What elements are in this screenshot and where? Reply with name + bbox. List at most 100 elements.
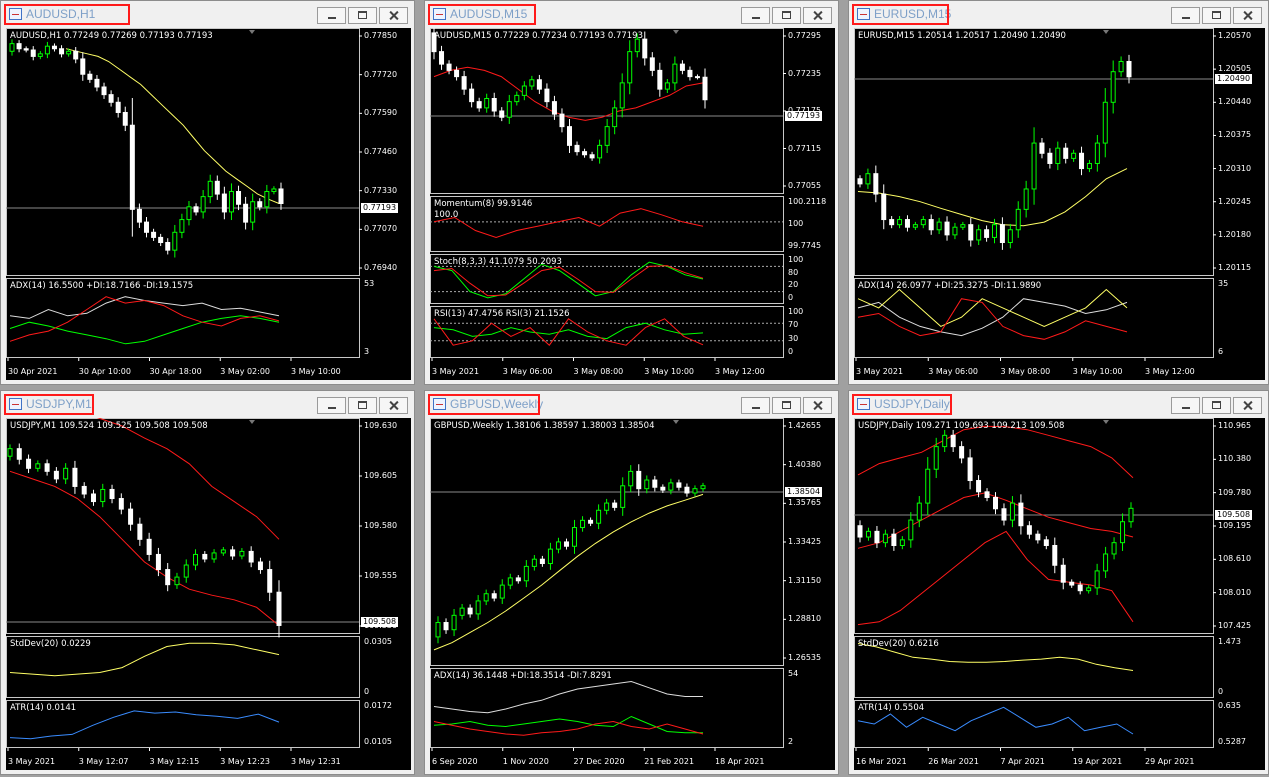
candle-body (73, 50, 79, 60)
title-bar[interactable]: AUDUSD,H1 (1, 1, 414, 28)
chart-window-audusd-h1[interactable]: AUDUSD,H1 AUDUSD,H1 0.77249 0.77269 0.77… (0, 0, 415, 385)
candle-body (248, 550, 254, 563)
candle-body (211, 552, 217, 560)
candle-body (936, 221, 942, 231)
indicator-scale-label: 0 (364, 687, 370, 696)
candle-body (446, 63, 452, 71)
candle-body (984, 229, 990, 238)
chart-area[interactable]: GBPUSD,Weekly 1.38106 1.38597 1.38003 1.… (430, 418, 835, 770)
candle-body (202, 553, 208, 560)
moving-average-line (433, 493, 704, 651)
maximize-button[interactable] (1202, 7, 1231, 24)
minimize-button[interactable] (741, 7, 770, 24)
candle-body (1015, 208, 1021, 231)
chart-area[interactable]: USDJPY,Daily 109.271 109.693 109.213 109… (854, 418, 1265, 770)
minimize-button[interactable] (741, 397, 770, 414)
candle-body (588, 519, 594, 524)
candle-body (172, 231, 178, 251)
chart-area[interactable]: AUDUSD,H1 0.77249 0.77269 0.77193 0.7719… (6, 28, 411, 380)
indicator-scale-label: 70 (788, 320, 799, 330)
adx-main-line (9, 296, 280, 319)
time-axis-label: 3 May 06:00 (928, 367, 979, 376)
chart-window-audusd-m15[interactable]: AUDUSD,M15 AUDUSD,M15 0.77229 0.77234 0.… (424, 0, 839, 385)
candle-body (889, 219, 895, 226)
time-axis-label: 3 May 12:31 (291, 757, 341, 766)
minimize-button[interactable] (317, 397, 346, 414)
chart-area[interactable]: USDJPY,M1 109.524 109.525 109.508 109.50… (6, 418, 411, 770)
maximize-button[interactable] (772, 397, 801, 414)
title-bar[interactable]: USDJPY,M1 (1, 391, 414, 418)
candle-body (694, 76, 700, 79)
indicator-label: StdDev(20) 0.0229 (10, 639, 91, 649)
moving-average-line (857, 168, 1128, 227)
candle-body (676, 482, 682, 488)
candle-body (1052, 544, 1058, 566)
candle-body (619, 82, 625, 109)
title-bar[interactable]: GBPUSD,Weekly (425, 391, 838, 418)
price-scale-label: 1.42655 (788, 421, 822, 430)
close-button[interactable] (803, 7, 832, 24)
maximize-button[interactable] (772, 7, 801, 24)
time-axis-label: 30 Apr 10:00 (78, 367, 131, 376)
title-bar[interactable]: USDJPY,Daily (849, 391, 1268, 418)
candle-body (1128, 507, 1134, 523)
candle-body (228, 191, 234, 213)
title-bar[interactable]: EURUSD,M15 (849, 1, 1268, 28)
candle-body (1071, 152, 1077, 159)
minimize-button[interactable] (1171, 397, 1200, 414)
close-button[interactable] (1233, 397, 1262, 414)
candle-body (882, 533, 888, 544)
candle-body (873, 173, 879, 195)
indicator-scale-label: 80 (788, 267, 799, 277)
candle-body (239, 550, 245, 557)
candle-body (44, 463, 50, 472)
candle-body (881, 193, 887, 221)
chart-area[interactable]: AUDUSD,M15 0.77229 0.77234 0.77193 0.771… (430, 28, 835, 380)
maximize-button[interactable] (1202, 397, 1231, 414)
title-highlight (428, 4, 536, 25)
candle-body (521, 85, 527, 96)
candle-body (51, 45, 57, 50)
candle-body (491, 593, 497, 599)
chart-window-usdjpy-m1[interactable]: USDJPY,M1 USDJPY,M1 109.524 109.525 109.… (0, 390, 415, 775)
main-panel-frame (430, 418, 784, 666)
title-bar[interactable]: AUDUSD,M15 (425, 1, 838, 28)
indicator-label: ADX(14) 16.5500 +DI:18.7166 -DI:19.1575 (10, 281, 194, 291)
candle-body (897, 219, 903, 226)
close-button[interactable] (1233, 7, 1262, 24)
chart-window-eurusd-m15[interactable]: EURUSD,M15 EURUSD,M15 1.20514 1.20517 1.… (848, 0, 1269, 385)
chart-window-gbpusd-weekly[interactable]: GBPUSD,Weekly GBPUSD,Weekly 1.38106 1.38… (424, 390, 839, 775)
close-button[interactable] (803, 397, 832, 414)
candle-body (435, 622, 441, 638)
minimize-button[interactable] (317, 7, 346, 24)
candle-body (555, 541, 561, 550)
bollinger-lower-line (857, 530, 1134, 626)
close-button[interactable] (379, 7, 408, 24)
candle-body (193, 206, 199, 213)
one-click-trading-arrow (673, 420, 679, 424)
title-highlight (4, 394, 94, 415)
maximize-button[interactable] (348, 7, 377, 24)
indicator-label: RSI(13) 47.4756 RSI(3) 21.1526 (434, 309, 570, 319)
maximize-button[interactable] (348, 397, 377, 414)
chart-canvas (6, 418, 362, 751)
candle-body (1086, 587, 1092, 592)
chart-window-usdjpy-daily[interactable]: USDJPY,Daily USDJPY,Daily 109.271 109.69… (848, 390, 1269, 775)
candle-body (604, 502, 610, 511)
chart-canvas (854, 28, 1216, 361)
candle-body (596, 509, 602, 524)
time-axis-label: 3 May 06:00 (502, 367, 553, 376)
symbol-ohlc-label: AUDUSD,H1 0.77249 0.77269 0.77193 0.7719… (10, 31, 213, 41)
symbol-ohlc-label: EURUSD,M15 1.20514 1.20517 1.20490 1.204… (858, 31, 1066, 41)
candle-body (529, 79, 535, 87)
candle-body (271, 188, 277, 193)
candle-body (26, 458, 32, 469)
candle-body (547, 548, 553, 565)
price-scale-label: 1.33425 (788, 537, 822, 546)
close-button[interactable] (379, 397, 408, 414)
minimize-button[interactable] (1171, 7, 1200, 24)
candle-body (276, 591, 282, 626)
chart-area[interactable]: EURUSD,M15 1.20514 1.20517 1.20490 1.204… (854, 28, 1265, 380)
price-scale-label: 0.77590 (364, 108, 398, 118)
adx-main-line (433, 680, 703, 714)
